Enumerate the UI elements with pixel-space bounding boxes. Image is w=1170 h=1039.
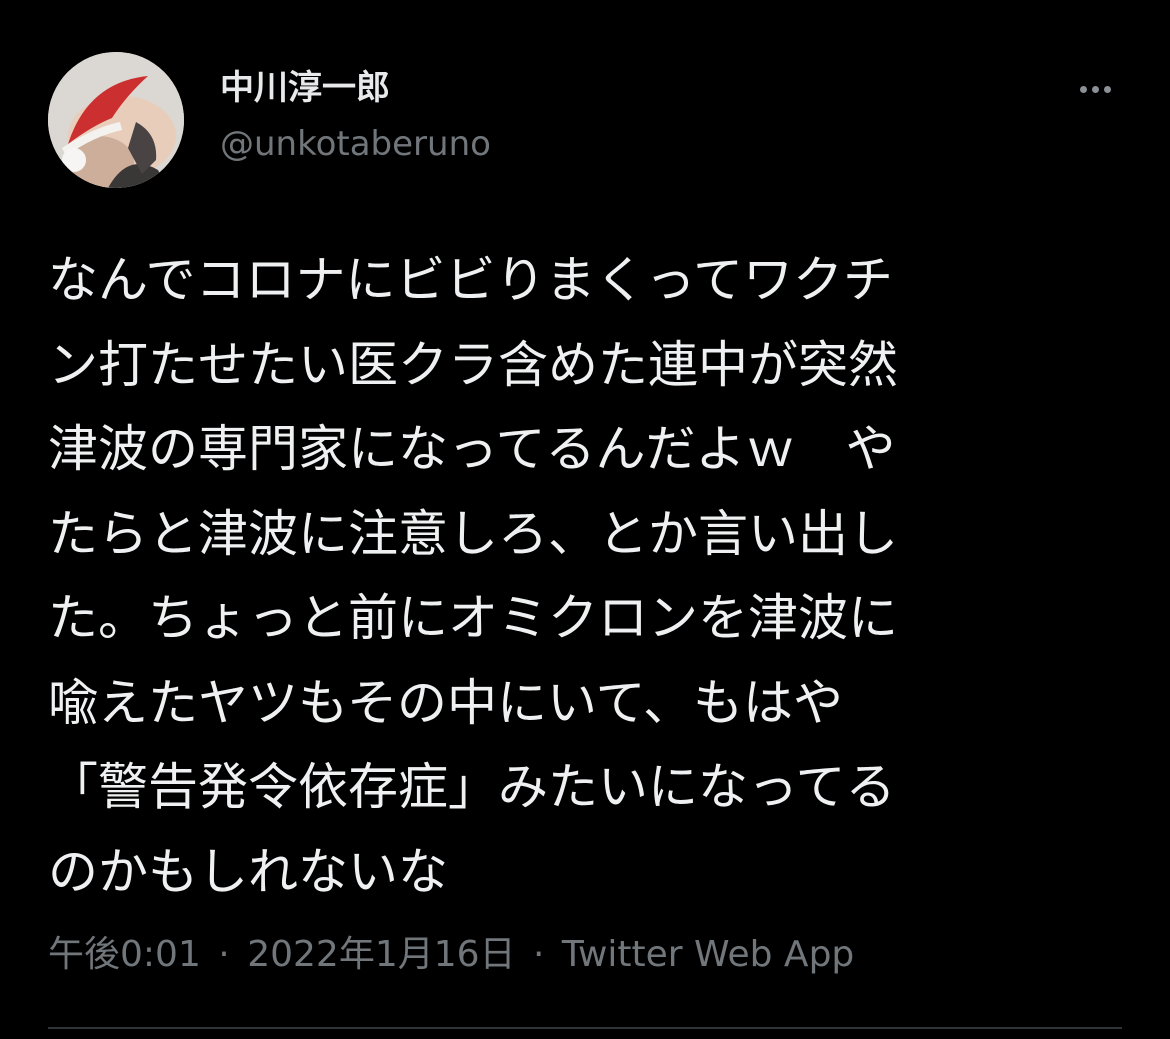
more-horizontal-icon xyxy=(1079,85,1087,93)
avatar[interactable] xyxy=(48,52,184,188)
tweet-text: なんでコロナにビビりまくってワクチ ン打たせたい医クラ含めた連中が突然 津波の専… xyxy=(48,238,1122,914)
divider xyxy=(48,1027,1122,1029)
tweet-text-line: た。ちょっと前にオミクロンを津波に xyxy=(48,589,898,647)
more-horizontal-icon-dot xyxy=(1091,85,1099,93)
author-handle[interactable]: @unkotaberuno xyxy=(220,122,491,166)
tweet-source-link[interactable]: Twitter Web App xyxy=(562,934,854,975)
meta-separator: · xyxy=(218,934,230,975)
more-horizontal-icon-dot xyxy=(1103,85,1111,93)
tweet-time[interactable]: 午後0:01 xyxy=(48,934,201,975)
tweet-metadata: 午後0:01 · 2022年1月16日 · Twitter Web App xyxy=(48,930,854,980)
author-display-name[interactable]: 中川淳一郎 xyxy=(220,66,491,110)
meta-separator: · xyxy=(533,934,545,975)
tweet-date[interactable]: 2022年1月16日 xyxy=(247,934,515,975)
tweet-text-line: なんでコロナにビビりまくってワクチ xyxy=(48,251,893,309)
tweet-text-line: たらと津波に注意しろ、とか言い出し xyxy=(48,504,898,563)
tweet-text-line: 喩えたヤツもその中にいて、もはや xyxy=(48,673,843,732)
tweet-detail: 中川淳一郎 @unkotaberuno なんでコロナにビビりまくってワクチ ン打… xyxy=(0,0,1170,1039)
tweet-text-line: 津波の専門家になってるんだよｗ や xyxy=(48,420,896,478)
tweet-text-line: ン打たせたい医クラ含めた連中が突然 xyxy=(48,335,898,394)
more-options-button[interactable] xyxy=(1068,72,1122,106)
tweet-header: 中川淳一郎 @unkotaberuno xyxy=(48,52,1122,188)
author-names: 中川淳一郎 @unkotaberuno xyxy=(220,66,491,166)
tweet-text-line: のかもしれないな xyxy=(48,842,448,901)
tweet-text-line: 「警告発令依存症」みたいになってる xyxy=(48,758,896,816)
avatar-image xyxy=(48,52,184,188)
